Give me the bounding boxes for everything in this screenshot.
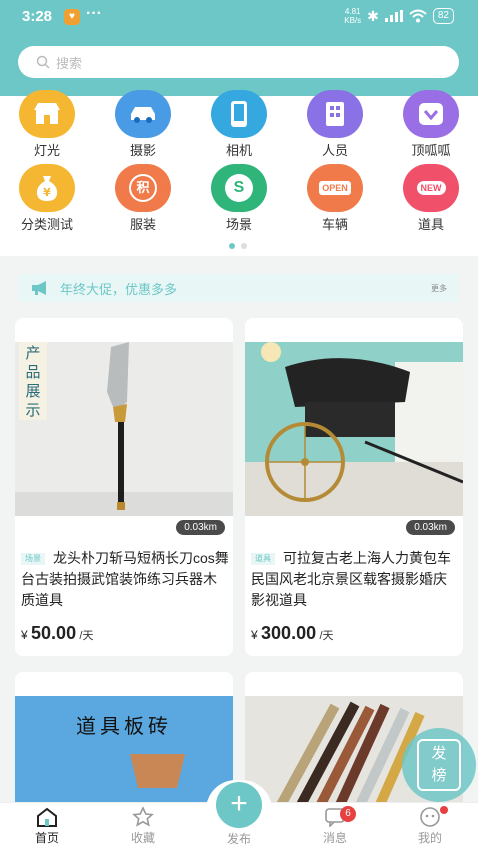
product-title: 场景 龙头朴刀斩马短柄长刀cos舞台古装拍摄武馆装饰练习兵器木质道具	[21, 550, 229, 608]
category-item-photography[interactable]: 摄影	[103, 90, 183, 159]
notification-dot	[440, 806, 448, 814]
bluetooth-icon: ✱	[367, 7, 379, 24]
product-tag: 场景	[21, 553, 45, 565]
wifi-icon	[409, 9, 427, 23]
app-notification-icon: ♥	[64, 9, 80, 25]
open-sign-icon: OPEN	[307, 164, 363, 212]
tab-mine[interactable]: 我的	[400, 805, 460, 846]
search-icon	[36, 55, 50, 69]
star-icon	[132, 806, 154, 827]
user-face-icon	[420, 807, 440, 827]
svg-text:¥: ¥	[43, 186, 51, 199]
new-icon: NEW	[403, 164, 459, 212]
category-item-lighting[interactable]: 灯光	[7, 90, 87, 159]
distance-badge: 0.03km	[406, 520, 455, 535]
tab-messages[interactable]: 消息	[305, 805, 365, 846]
category-item-camera[interactable]: 相机	[199, 90, 279, 159]
promo-banner[interactable]: 年终大促，优惠多多 更多	[18, 274, 459, 302]
publish-button[interactable]: +	[216, 782, 262, 828]
category-item-dingguagua[interactable]: 顶呱呱	[391, 90, 471, 159]
money-bag-icon: ¥	[19, 164, 75, 212]
product-card[interactable]: 产品展示 0.03km 场景 龙头朴刀斩马短柄长刀cos舞台古装拍摄武馆装饰练习兵…	[15, 318, 233, 656]
status-icons: 4.81 KB/s ✱ 82	[344, 7, 454, 25]
category-item-staff[interactable]: 人员	[295, 90, 375, 159]
ranking-float-label: 发 榜	[417, 739, 461, 791]
distance-badge: 0.03km	[176, 520, 225, 535]
promo-text: 年终大促，优惠多多	[60, 281, 178, 297]
plus-icon: +	[230, 787, 248, 820]
product-image	[245, 342, 463, 516]
heart-icon	[403, 90, 459, 138]
product-tag: 道具	[251, 553, 275, 565]
category-item-props[interactable]: NEW 道具	[391, 164, 471, 233]
search-placeholder: 搜索	[56, 55, 83, 71]
status-bar: 3:28 ♥ ··· 4.81 KB/s ✱ 82	[0, 0, 478, 34]
message-count-badge: 6	[340, 806, 356, 822]
search-input[interactable]: 搜索	[18, 46, 459, 78]
tab-home[interactable]: 首页	[17, 805, 77, 846]
network-speed: 4.81 KB/s	[344, 7, 362, 25]
status-time: 3:28	[22, 8, 53, 25]
carousel-dot	[241, 243, 247, 249]
car-icon	[115, 90, 171, 138]
carousel-dot-active	[229, 243, 235, 249]
category-item-vehicles[interactable]: OPEN 车辆	[295, 164, 375, 233]
tab-favorites[interactable]: 收藏	[113, 805, 173, 846]
signal-icon	[384, 10, 403, 22]
category-item-scene[interactable]: S 场景	[199, 164, 279, 233]
product-price: ¥ 300.00 /天	[251, 623, 334, 643]
phone-icon	[211, 90, 267, 138]
battery-icon: 82	[432, 8, 454, 24]
carousel-indicator	[229, 243, 247, 249]
category-item-clothing[interactable]: 积 服装	[103, 164, 183, 233]
category-item-test[interactable]: ¥ 分类测试	[7, 164, 87, 233]
header: 3:28 ♥ ··· 4.81 KB/s ✱ 82 搜索	[0, 0, 478, 96]
product-card[interactable]: 道具板砖	[15, 672, 233, 812]
home-icon	[37, 807, 57, 827]
product-image	[15, 342, 233, 516]
category-grid: 灯光 摄影 相机 人员 顶呱呱 ¥ 分类测试 积 服装 S 场景 OPEN 车辆…	[0, 90, 478, 256]
product-title: 道具 可拉复古老上海人力黄包车民国风老北京景区载客摄影婚庆影视道具	[251, 550, 451, 608]
promo-more-link[interactable]: 更多	[431, 283, 447, 294]
more-notifications-icon: ···	[86, 5, 102, 22]
ranking-float-button[interactable]: 发 榜	[402, 728, 476, 802]
product-image: 道具板砖	[15, 696, 233, 812]
dollar-icon: S	[211, 164, 267, 212]
points-icon: 积	[115, 164, 171, 212]
product-price: ¥ 50.00 /天	[21, 623, 94, 643]
megaphone-icon	[32, 281, 46, 295]
shop-icon	[19, 90, 75, 138]
publish-label: 发布	[226, 832, 251, 846]
product-card[interactable]: 0.03km 道具 可拉复古老上海人力黄包车民国风老北京景区载客摄影婚庆影视道具 …	[245, 318, 463, 656]
building-icon	[307, 90, 363, 138]
product-showcase-badge: 产品展示	[19, 342, 47, 420]
